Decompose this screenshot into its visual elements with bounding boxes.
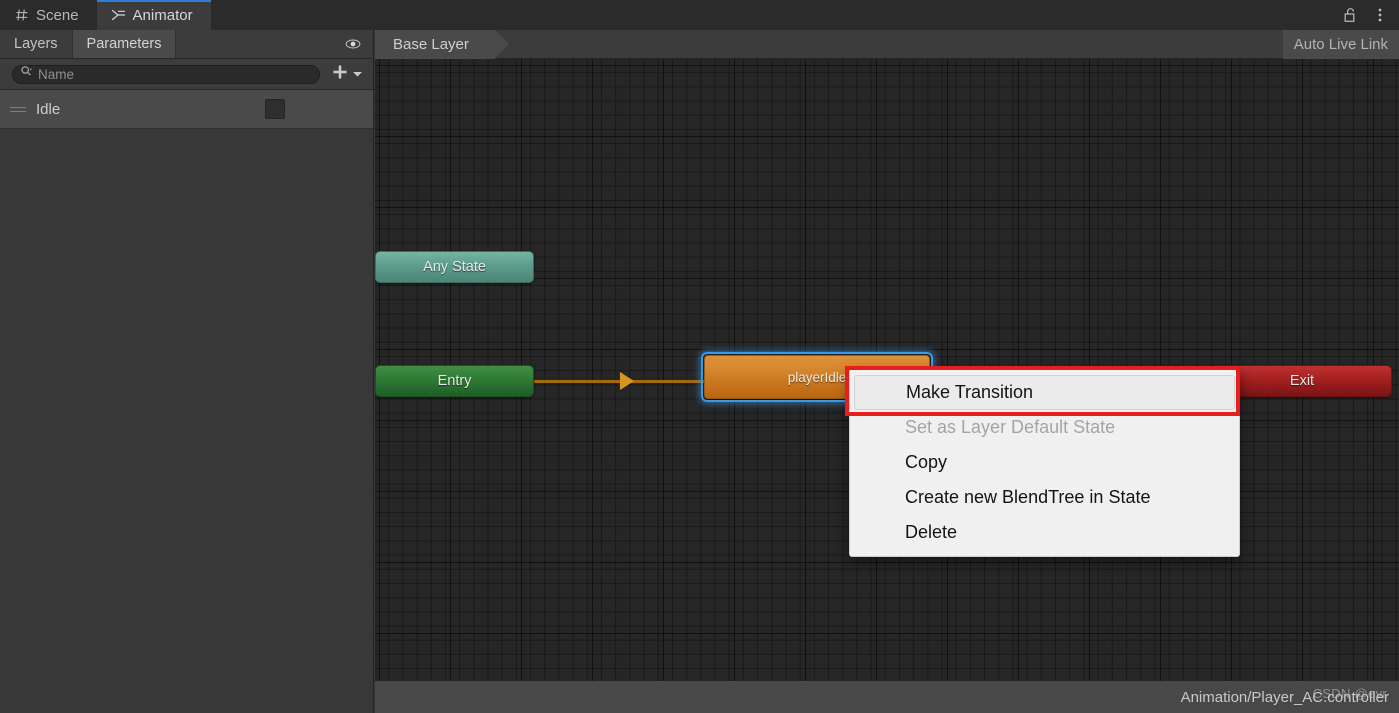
state-node-exit-label: Exit xyxy=(1289,373,1315,389)
window-tab-bar: Scene Animator xyxy=(0,0,1399,30)
state-node-player-idle-label: playerIdle xyxy=(787,369,847,385)
parameter-search-row xyxy=(0,59,373,90)
search-icon xyxy=(20,65,33,83)
tab-scene[interactable]: Scene xyxy=(0,0,97,30)
status-bar: Animation/Player_AC.controller xyxy=(375,681,1399,713)
status-bar-path: Animation/Player_AC.controller xyxy=(1180,688,1389,706)
grid-icon xyxy=(14,8,29,23)
layer-mask-field[interactable] xyxy=(265,99,285,119)
layer-name-label: Idle xyxy=(36,100,61,118)
context-menu-item-delete-label: Delete xyxy=(905,522,958,542)
state-context-menu[interactable]: Make Transition Set as Layer Default Sta… xyxy=(849,369,1240,557)
tab-scene-label: Scene xyxy=(36,6,79,24)
tab-layers-label: Layers xyxy=(14,36,58,52)
graph-toolbar: Base Layer Auto Live Link xyxy=(375,29,1399,59)
state-node-entry-label: Entry xyxy=(437,373,472,389)
add-parameter-button[interactable] xyxy=(326,62,365,87)
context-menu-item-create-blendtree-label: Create new BlendTree in State xyxy=(905,487,1151,507)
unity-animator-window: Scene Animator Layers Parameters Name Id… xyxy=(0,0,1399,713)
lock-open-icon[interactable] xyxy=(1342,6,1358,24)
layer-row[interactable]: Idle xyxy=(0,90,373,129)
layer-parameter-tabs: Layers Parameters xyxy=(0,30,373,59)
context-menu-item-copy[interactable]: Copy xyxy=(850,445,1239,480)
auto-live-link-button[interactable]: Auto Live Link xyxy=(1282,29,1399,59)
tab-animator-label: Animator xyxy=(132,6,193,24)
context-menu-item-delete[interactable]: Delete xyxy=(850,515,1239,550)
eye-icon[interactable] xyxy=(345,35,361,53)
breadcrumb[interactable]: Base Layer xyxy=(375,29,509,59)
drag-handle-icon[interactable] xyxy=(10,104,26,114)
state-node-any-state-label: Any State xyxy=(423,259,486,275)
breadcrumb-label: Base Layer xyxy=(393,35,469,53)
left-panel-empty-area xyxy=(0,135,373,713)
transition-arrow-icon xyxy=(620,372,634,390)
tab-layers[interactable]: Layers xyxy=(0,30,73,58)
context-menu-item-create-blendtree[interactable]: Create new BlendTree in State xyxy=(850,480,1239,515)
context-menu-item-set-default-state-label: Set as Layer Default State xyxy=(905,417,1116,437)
search-input[interactable] xyxy=(38,66,311,82)
state-node-any-state[interactable]: Any State xyxy=(375,251,534,283)
tab-parameters-label: Parameters xyxy=(86,36,162,52)
transition-entry-to-playeridle[interactable] xyxy=(534,380,704,383)
layer-tabs-spacer xyxy=(176,30,345,58)
context-menu-item-make-transition-label: Make Transition xyxy=(906,382,1034,402)
search-field[interactable] xyxy=(12,64,320,84)
plus-icon xyxy=(330,62,350,87)
tab-parameters[interactable]: Parameters xyxy=(72,30,177,58)
kebab-menu-icon[interactable] xyxy=(1372,6,1388,24)
window-tool-icons xyxy=(1342,0,1399,30)
context-menu-item-set-default-state: Set as Layer Default State xyxy=(850,410,1239,445)
eye-icon-wrapper[interactable] xyxy=(345,30,373,58)
animator-left-panel: Layers Parameters Name Idle xyxy=(0,30,374,713)
context-menu-item-make-transition[interactable]: Make Transition xyxy=(854,375,1235,410)
auto-live-link-label: Auto Live Link xyxy=(1293,35,1388,53)
tab-animator[interactable]: Animator xyxy=(96,0,211,30)
context-menu-item-copy-label: Copy xyxy=(905,452,948,472)
chevron-down-icon xyxy=(352,65,363,83)
animator-icon xyxy=(111,8,126,23)
state-node-entry[interactable]: Entry xyxy=(375,365,534,397)
